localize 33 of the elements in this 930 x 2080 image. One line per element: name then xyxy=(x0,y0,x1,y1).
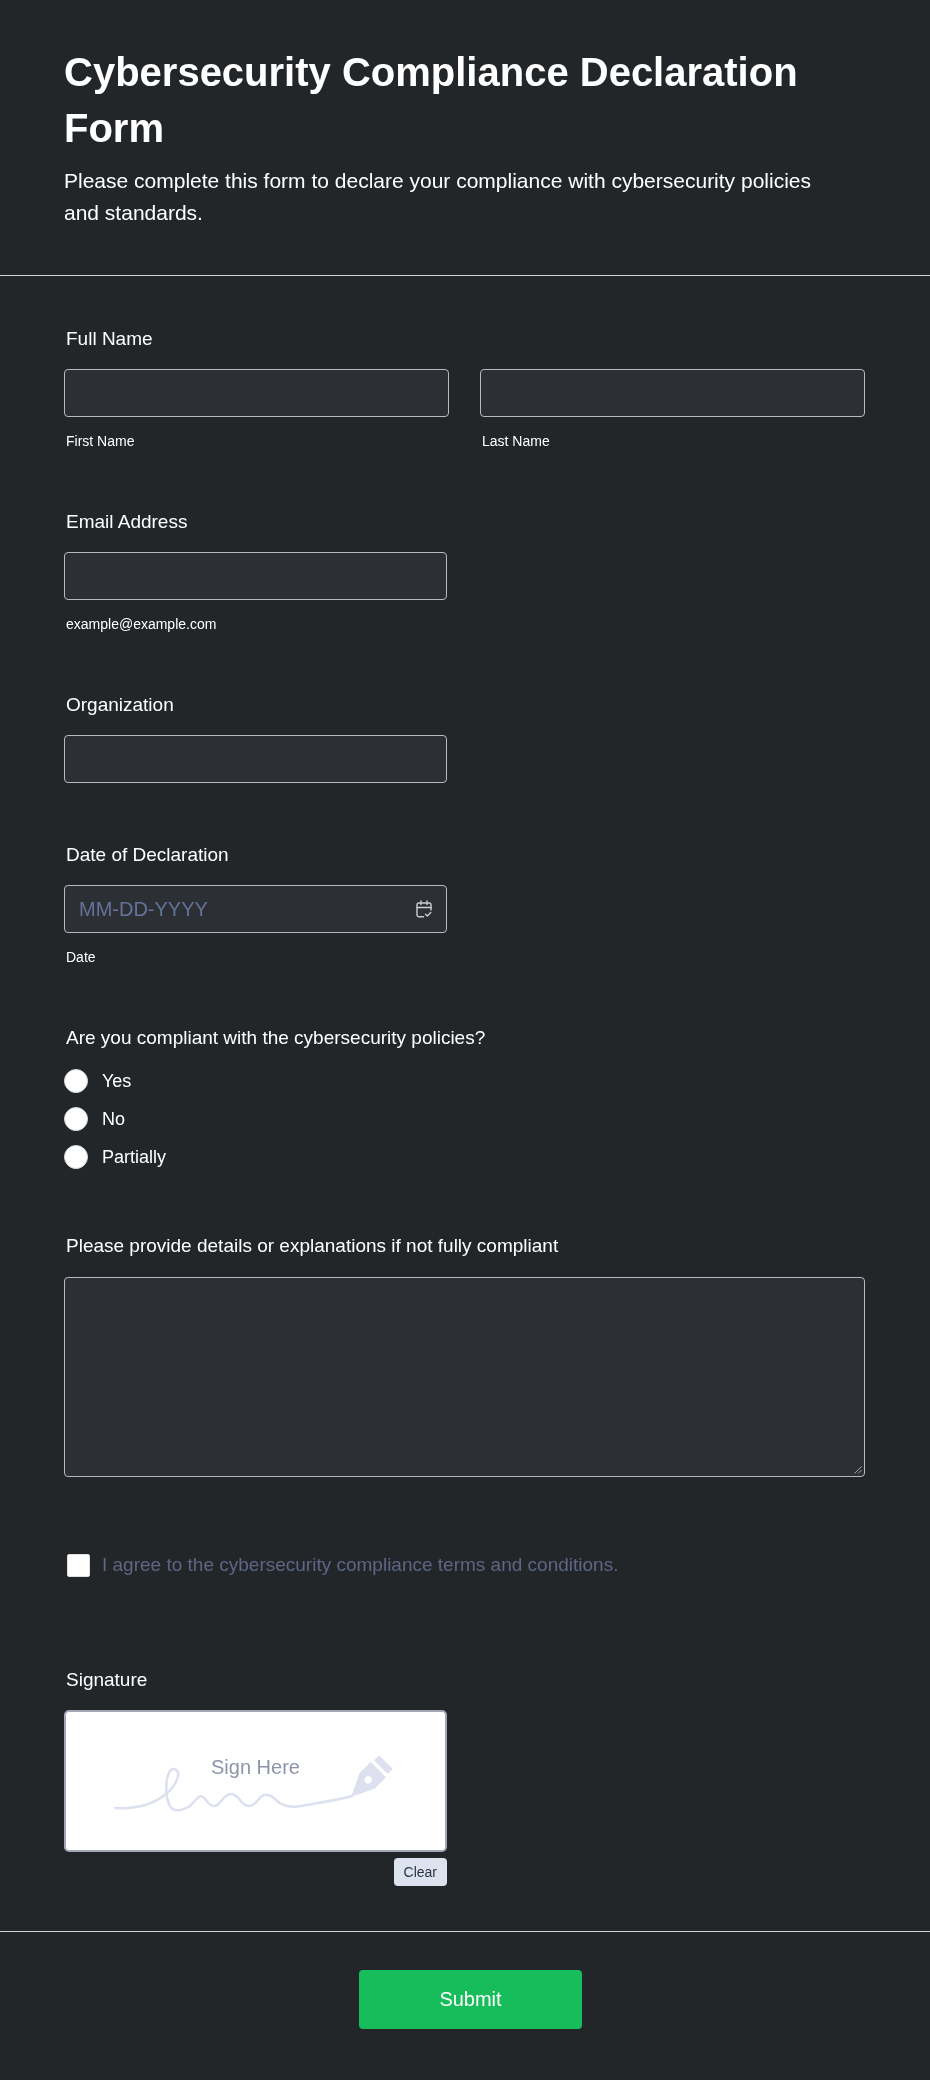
date-input[interactable]: MM-DD-YYYY xyxy=(64,885,447,933)
radio-button[interactable] xyxy=(64,1069,88,1093)
field-sublabel: First Name xyxy=(66,432,135,450)
field-label: Date of Declaration xyxy=(66,843,229,867)
field-label: Are you compliant with the cybersecurity policies? xyxy=(66,1026,486,1050)
text-input[interactable] xyxy=(480,369,865,417)
signature-pad[interactable]: Sign Here xyxy=(64,1710,447,1852)
field-label: Full Name xyxy=(66,327,153,351)
field-sublabel: Date xyxy=(66,948,96,966)
field-label: Signature xyxy=(66,1668,148,1692)
option-label: Partially xyxy=(102,1146,167,1169)
field-sublabel: example@example.com xyxy=(66,615,217,633)
clear-button[interactable]: Clear xyxy=(393,1858,447,1886)
pen-nib-icon xyxy=(351,1755,393,1797)
option-label: No xyxy=(102,1108,125,1131)
resize-grip-icon[interactable] xyxy=(854,1466,862,1474)
option-label: Yes xyxy=(102,1070,132,1093)
field-label: Organization xyxy=(66,693,174,717)
checkbox[interactable] xyxy=(67,1553,90,1577)
form-title: Cybersecurity Compliance Declaration Form xyxy=(64,49,799,152)
text-input[interactable] xyxy=(64,552,447,600)
text-input[interactable] xyxy=(64,369,449,417)
form-subtitle: Please complete this form to declare your compliance with cybersecurity policies and standards. xyxy=(64,168,812,226)
text-input[interactable] xyxy=(64,735,447,783)
radio-button[interactable] xyxy=(64,1145,88,1169)
calendar-icon[interactable] xyxy=(416,900,432,918)
signature-placeholder: Sign Here xyxy=(211,1755,300,1779)
field-sublabel: Last Name xyxy=(482,432,550,450)
radio-button[interactable] xyxy=(64,1107,88,1131)
submit-button[interactable]: Submit xyxy=(359,1970,582,2029)
field-label: Please provide details or explanations if not fully compliant xyxy=(66,1234,559,1258)
field-label: Email Address xyxy=(66,510,188,534)
checkbox-label: I agree to the cybersecurity compliance terms and conditions. xyxy=(102,1553,619,1577)
